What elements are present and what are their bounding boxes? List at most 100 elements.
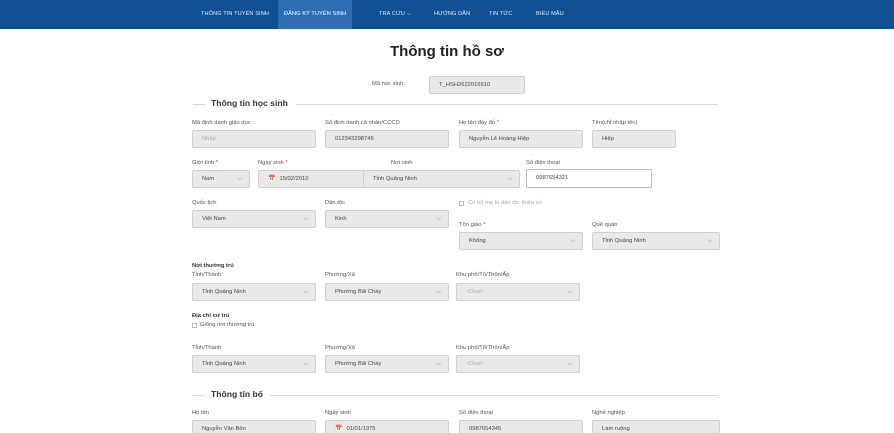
res-province-label: Tỉnh/Thành [192, 345, 222, 351]
required-mark: * [215, 160, 219, 166]
field-value: Làm ruộng [602, 426, 630, 432]
page-title: Thông tin hồ sơ [390, 43, 504, 60]
field-value: Kinh [335, 216, 347, 222]
nav-item-admission-register[interactable]: ĐĂNG KÝ TUYỂN SINH [278, 0, 353, 29]
section-divider [296, 104, 718, 105]
res-province-select[interactable]: Tỉnh Quảng Ninh ⌵ [192, 355, 316, 373]
student-code-label: Mã học sinh: [372, 81, 405, 87]
chevron-down-icon: ⌵ [567, 289, 572, 295]
field-value: Tỉnh Quảng Ninh [202, 289, 246, 295]
nav-item-lookup[interactable]: TRA CỨU ⌵ [379, 0, 411, 29]
father-dob-field: 📅 01/01/1975 [325, 420, 449, 433]
hometown-select[interactable]: Tỉnh Quảng Ninh ⌵ [592, 232, 720, 250]
same-as-permanent-label: Giống nơi thường trú [200, 322, 255, 328]
minority-parent-checkbox[interactable] [459, 201, 464, 206]
label-text: Họ tên đầy đủ [459, 120, 496, 126]
hometown-label: Quê quán [592, 222, 618, 228]
nationality-label: Quốc tịch [192, 200, 217, 206]
perm-ward-label: Phường/Xã [325, 272, 355, 278]
chevron-down-icon: ⌵ [303, 361, 308, 367]
field-value: Nam [202, 176, 215, 182]
nav-item-news[interactable]: TIN TỨC [489, 0, 512, 29]
chevron-down-icon: ⌵ [570, 238, 575, 244]
nav-label: TIN TỨC [489, 11, 513, 17]
given-name-field: Hiệp [592, 130, 676, 148]
perm-province-label: Tỉnh/Thành [192, 272, 222, 278]
perm-area-select[interactable]: -Chọn- ⌵ [456, 283, 580, 301]
chevron-down-icon: ⌵ [707, 238, 712, 244]
nav-item-admission-info[interactable]: THÔNG TIN TUYỂN SINH [201, 0, 269, 29]
edu-id-input[interactable]: Nhập [192, 130, 316, 148]
perm-ward-select[interactable]: Phường Bãi Cháy ⌵ [325, 283, 449, 301]
field-value: Nguyễn Lê Hoàng Hiệp [469, 136, 530, 142]
section-divider [193, 395, 205, 396]
perm-province-select[interactable]: Tỉnh Quảng Ninh ⌵ [192, 283, 316, 301]
field-value: Hiệp [602, 136, 614, 142]
chevron-down-icon: ⌵ [407, 11, 411, 17]
placeholder: -Chọn- [466, 289, 484, 295]
father-name-label: Họ tên [192, 410, 210, 416]
field-value: 0987654321 [536, 175, 569, 181]
full-name-label: Họ tên đầy đủ * [459, 120, 499, 126]
required-mark: * [483, 222, 486, 228]
field-value: Việt Nam [202, 216, 226, 222]
nav-label: HƯỚNG DẪN [434, 11, 471, 17]
gender-select[interactable]: Nam ⌵ [192, 170, 250, 188]
res-ward-select[interactable]: Phường Bãi Cháy ⌵ [325, 355, 449, 373]
father-job-label: Nghề nghiệp [592, 410, 625, 416]
res-area-label: Khu phố/Tổ/Thôn/Ấp [456, 345, 510, 351]
field-value: Tỉnh Quảng Ninh [602, 238, 646, 244]
field-value: Phường Bãi Cháy [335, 289, 382, 295]
religion-label: Tôn giáo * [459, 222, 485, 228]
phone-label: Số điện thoại [526, 160, 560, 166]
res-area-select[interactable]: -Chọn- ⌵ [456, 355, 580, 373]
same-as-permanent-checkbox[interactable] [192, 323, 197, 328]
nationality-select[interactable]: Việt Nam ⌵ [192, 210, 316, 228]
personal-id-field: 012343298745 [325, 130, 449, 148]
label-text: Tôn giáo [459, 222, 482, 228]
nav-label: BIỂU MẪU [536, 11, 564, 17]
label-text: Ngày sinh [258, 160, 284, 166]
nav-label: ĐĂNG KÝ TUYỂN SINH [284, 11, 347, 17]
nav-label: THÔNG TIN TUYỂN SINH [201, 11, 269, 17]
father-phone-label: Số điện thoại [459, 410, 493, 416]
nav-item-guide[interactable]: HƯỚNG DẪN [434, 0, 470, 29]
chevron-down-icon: ⌵ [507, 176, 512, 182]
calendar-icon: 📅 [268, 176, 276, 182]
field-value: 01/01/1975 [346, 426, 376, 432]
field-value: 0987654345 [469, 426, 502, 432]
chevron-down-icon: ⌵ [436, 216, 441, 222]
father-phone-field: 0987654345 [459, 420, 583, 433]
nav-item-forms[interactable]: BIỂU MẪU [536, 0, 564, 29]
given-name-label: Tên(chỉ nhập tên) [592, 120, 638, 126]
birthplace-label: Nơi sinh [391, 160, 413, 166]
religion-select[interactable]: Không ⌵ [459, 232, 583, 250]
label-text: Giới tính [192, 160, 215, 166]
placeholder: -Chọn- [466, 361, 484, 367]
edu-id-label: Mã định danh giáo dục [192, 120, 251, 126]
field-value: Không [469, 238, 486, 244]
field-value: Tỉnh Quảng Ninh [202, 361, 246, 367]
section-divider [193, 104, 205, 105]
phone-input[interactable]: 0987654321 [526, 169, 652, 188]
gender-label: Giới tính * [192, 160, 218, 166]
ethnicity-select[interactable]: Kinh ⌵ [325, 210, 449, 228]
nav-label: TRA CỨU [379, 11, 405, 17]
dob-label: Ngày sinh * [258, 160, 288, 166]
birthplace-select[interactable]: Tỉnh Quảng Ninh ⌵ [363, 170, 520, 188]
chevron-down-icon: ⌵ [303, 216, 308, 222]
residence-heading: Địa chỉ cư trú [192, 313, 230, 319]
chevron-down-icon: ⌵ [567, 361, 572, 367]
field-value: Nguyễn Văn Bôn [202, 426, 246, 432]
chevron-down-icon: ⌵ [237, 176, 242, 182]
minority-parent-label: Có bố mẹ là dân tộc thiểu số [468, 200, 542, 206]
perm-area-label: Khu phố/Tổ/Thôn/Ấp [456, 272, 510, 278]
field-value: Phường Bãi Cháy [335, 361, 382, 367]
required-mark: * [496, 120, 499, 126]
personal-id-label: Số định danh cá nhân/CCCD [325, 120, 400, 126]
section-divider [270, 395, 718, 396]
res-ward-label: Phường/Xã [325, 345, 355, 351]
top-nav: THÔNG TIN TUYỂN SINH ĐĂNG KÝ TUYỂN SINH … [0, 0, 894, 29]
field-value: 15/02/2010 [279, 176, 309, 182]
father-job-field: Làm ruộng [592, 420, 720, 433]
